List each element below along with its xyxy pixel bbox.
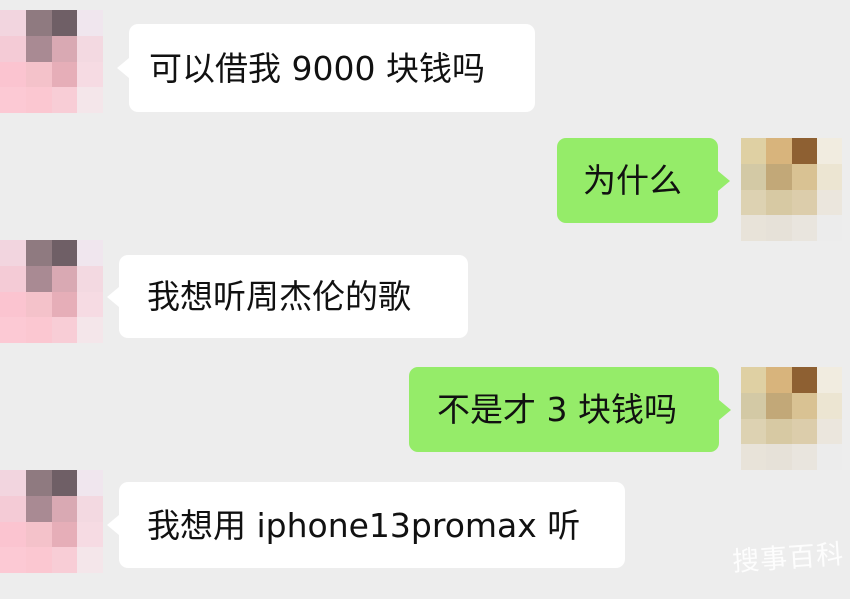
contact-avatar-icon[interactable] bbox=[0, 10, 103, 113]
message-text: 我想听周杰伦的歌 bbox=[147, 277, 411, 316]
message-bubble-outgoing[interactable]: 为什么 bbox=[557, 138, 730, 223]
message-bubble-outgoing[interactable]: 不是才 3 块钱吗 bbox=[409, 367, 731, 452]
contact-avatar-icon[interactable] bbox=[0, 470, 103, 573]
chat-window: 可以借我 9000 块钱吗 为什么 我想听周杰伦的歌 不是才 3 块钱吗 我想用 bbox=[0, 0, 850, 599]
message-bubble-incoming[interactable]: 可以借我 9000 块钱吗 bbox=[117, 24, 535, 112]
message-text: 不是才 3 块钱吗 bbox=[437, 390, 677, 429]
my-avatar-icon[interactable] bbox=[741, 138, 842, 241]
my-avatar-icon[interactable] bbox=[741, 367, 842, 470]
watermark-logo: 搜事百科 bbox=[731, 539, 846, 578]
message-bubble-incoming[interactable]: 我想用 iphone13promax 听 bbox=[107, 482, 625, 568]
message-text: 可以借我 9000 块钱吗 bbox=[149, 48, 485, 88]
contact-avatar-icon[interactable] bbox=[0, 240, 103, 343]
message-bubble-incoming[interactable]: 我想听周杰伦的歌 bbox=[107, 255, 468, 338]
message-text: 我想用 iphone13promax 听 bbox=[147, 505, 581, 545]
message-text: 为什么 bbox=[583, 161, 682, 200]
